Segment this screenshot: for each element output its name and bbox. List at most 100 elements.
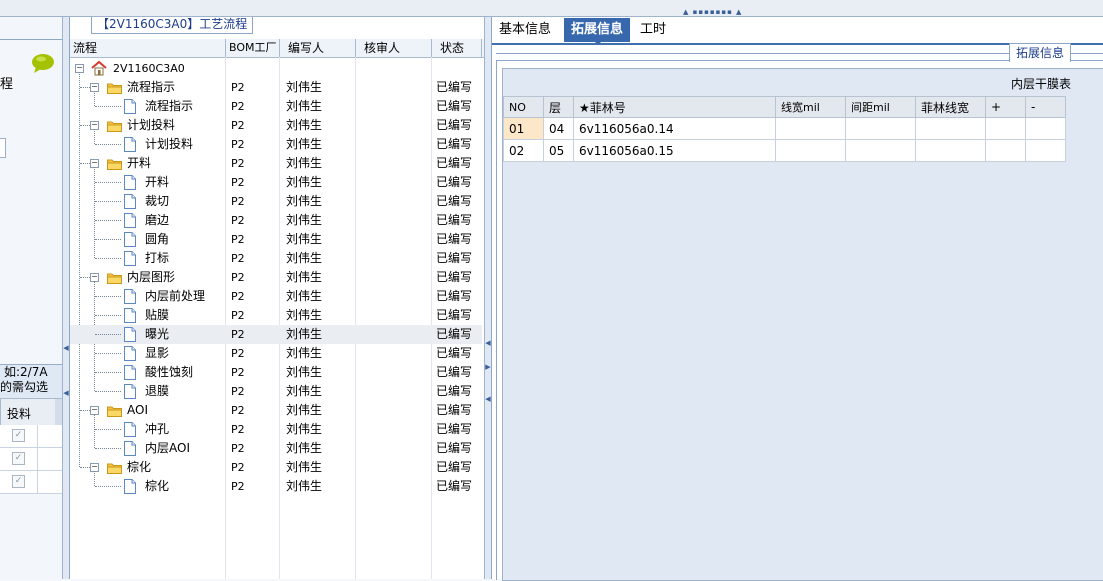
grid-cell[interactable] — [845, 117, 916, 140]
grid-cell[interactable]: 6v116056a0.14 — [573, 117, 776, 140]
header-flow[interactable]: 流程 — [70, 39, 226, 57]
status-cell: 已编写 — [436, 308, 473, 322]
tree-node-label: 内层AOI — [145, 441, 190, 455]
left-input-field[interactable] — [0, 138, 6, 158]
bom-factory-cell: P2 — [231, 119, 245, 132]
tree-step-row[interactable]: 贴膜 P2 刘伟生 已编写 — [70, 306, 482, 325]
tree-node-label: 圆角 — [145, 232, 170, 246]
grid-cell[interactable] — [915, 139, 986, 162]
author-cell: 刘伟生 — [286, 270, 323, 284]
panel-title: 【2V1160C3A0】工艺流程 — [91, 17, 254, 34]
tree-step-row[interactable]: 打标 P2 刘伟生 已编写 — [70, 249, 482, 268]
tree-step-row[interactable]: 曝光 P2 刘伟生 已编写 — [70, 325, 482, 344]
top-bar — [0, 0, 1103, 17]
collapse-handle[interactable]: ▲ ▪▪▪▪▪▪▪ ▲ — [683, 8, 747, 16]
tree-step-row[interactable]: 酸性蚀刻 P2 刘伟生 已编写 — [70, 363, 482, 382]
tree-node-label: 内层图形 — [127, 270, 176, 284]
grid-cell[interactable]: 6v116056a0.15 — [573, 139, 776, 162]
tree-folder-row[interactable]: − AOI P2 刘伟生 已编写 — [70, 401, 482, 448]
grid-cell[interactable] — [775, 117, 846, 140]
tree-step-row[interactable]: 内层AOI P2 刘伟生 已编写 — [70, 439, 482, 458]
feed-checkbox[interactable]: ✓ — [12, 475, 25, 488]
tree-folder-row[interactable]: − 计划投料 P2 刘伟生 已编写 — [70, 116, 482, 144]
folder-icon — [107, 271, 122, 284]
tree-step-row[interactable]: 计划投料 P2 刘伟生 已编写 — [70, 135, 482, 154]
folder-icon — [107, 461, 122, 474]
grid-cell[interactable]: 04 — [543, 117, 574, 140]
grid-cell[interactable] — [915, 117, 986, 140]
document-icon — [124, 232, 136, 247]
folder-icon — [107, 157, 122, 170]
grid-row[interactable]: 02 05 6v116056a0.15 — [503, 139, 1066, 162]
tab-work-hours[interactable]: 工时 — [633, 18, 673, 42]
process-flow-panel: 【2V1160C3A0】工艺流程 流程 BOM工厂 编写人 核审人 状态 −2V… — [69, 17, 486, 579]
feed-checkbox[interactable]: ✓ — [12, 429, 25, 442]
header-status[interactable]: 状态 — [432, 39, 482, 57]
grid-header-cell[interactable]: 菲林线宽 — [915, 96, 986, 118]
grid-cell[interactable] — [845, 139, 916, 162]
tree-step-row[interactable]: 棕化 P2 刘伟生 已编写 — [70, 477, 482, 496]
grid-cell[interactable]: 05 — [543, 139, 574, 162]
bom-factory-cell: P2 — [231, 176, 245, 189]
header-reviewer[interactable]: 核审人 — [356, 39, 432, 57]
status-cell: 已编写 — [436, 289, 473, 303]
tree-step-row[interactable]: 流程指示 P2 刘伟生 已编写 — [70, 97, 482, 116]
tree-step-row[interactable]: 圆角 P2 刘伟生 已编写 — [70, 230, 482, 249]
tree-step-row[interactable]: 冲孔 P2 刘伟生 已编写 — [70, 420, 482, 439]
status-cell: 已编写 — [436, 80, 473, 94]
tree-node-label: 打标 — [145, 251, 170, 265]
author-cell: 刘伟生 — [286, 365, 323, 379]
header-bom-factory[interactable]: BOM工厂 — [226, 39, 280, 57]
status-cell: 已编写 — [436, 232, 473, 246]
tree-folder-row[interactable]: − 开料 P2 刘伟生 已编写 — [70, 154, 482, 258]
author-cell: 刘伟生 — [286, 327, 323, 341]
grid-cell[interactable] — [985, 117, 1026, 140]
tree-folder-row[interactable]: − 内层图形 P2 刘伟生 已编写 — [70, 268, 482, 391]
tree-step-row[interactable]: 开料 P2 刘伟生 已编写 — [70, 173, 482, 192]
tree-step-row[interactable]: 裁切 P2 刘伟生 已编写 — [70, 192, 482, 211]
tree-node-label: 开料 — [127, 156, 152, 170]
document-icon — [124, 384, 136, 399]
author-cell: 刘伟生 — [286, 308, 323, 322]
tab-extended-info[interactable]: 拓展信息 — [564, 18, 631, 45]
grid-cell[interactable] — [985, 139, 1026, 162]
document-icon — [124, 441, 136, 456]
document-icon — [124, 308, 136, 323]
status-cell: 已编写 — [436, 99, 473, 113]
author-cell: 刘伟生 — [286, 175, 323, 189]
document-icon — [124, 327, 136, 342]
grid-header-cell[interactable]: 线宽mil — [775, 96, 846, 118]
grid-header-cell[interactable]: 层 — [543, 96, 574, 118]
left-panel: 程 如:2/7A 的需勾选 投料 ✓ ✓ ✓ — [0, 17, 64, 579]
tab-basic-info[interactable]: 基本信息 — [492, 18, 558, 42]
grid-cell[interactable] — [1025, 139, 1066, 162]
grid-header-cell[interactable]: NO — [503, 96, 544, 118]
grid-row[interactable]: 01 04 6v116056a0.14 — [503, 117, 1066, 140]
feed-checkbox[interactable]: ✓ — [12, 452, 25, 465]
grid-header-cell[interactable]: - — [1025, 96, 1066, 118]
tree-folder-row[interactable]: − 流程指示 P2 刘伟生 已编写 — [70, 78, 482, 106]
author-cell: 刘伟生 — [286, 384, 323, 398]
header-author[interactable]: 编写人 — [280, 39, 356, 57]
tree-node-label: 酸性蚀刻 — [145, 365, 194, 379]
tree-step-row[interactable]: 显影 P2 刘伟生 已编写 — [70, 344, 482, 363]
grid-caption: 内层干膜表 — [1010, 77, 1071, 91]
column-header-feed: 投料 — [7, 407, 32, 421]
grid-cell[interactable] — [1025, 117, 1066, 140]
grid-header-cell[interactable]: + — [985, 96, 1026, 118]
comment-icon[interactable] — [30, 53, 56, 73]
tree-root-row[interactable]: −2V1160C3A0 — [70, 59, 482, 78]
tree-folder-row[interactable]: − 棕化 P2 刘伟生 已编写 — [70, 458, 482, 486]
grid-cell[interactable]: 02 — [503, 139, 544, 162]
grid-header-cell[interactable]: 间距mil — [845, 96, 916, 118]
status-cell: 已编写 — [436, 270, 473, 284]
grid-header-cell[interactable]: ★菲林号 — [573, 96, 776, 118]
author-cell: 刘伟生 — [286, 441, 323, 455]
tree-step-row[interactable]: 退膜 P2 刘伟生 已编写 — [70, 382, 482, 401]
status-cell: 已编写 — [436, 213, 473, 227]
tree-step-row[interactable]: 内层前处理 P2 刘伟生 已编写 — [70, 287, 482, 306]
tree-step-row[interactable]: 磨边 P2 刘伟生 已编写 — [70, 211, 482, 230]
bom-factory-cell: P2 — [231, 309, 245, 322]
grid-cell[interactable] — [775, 139, 846, 162]
grid-cell[interactable]: 01 — [503, 117, 544, 140]
